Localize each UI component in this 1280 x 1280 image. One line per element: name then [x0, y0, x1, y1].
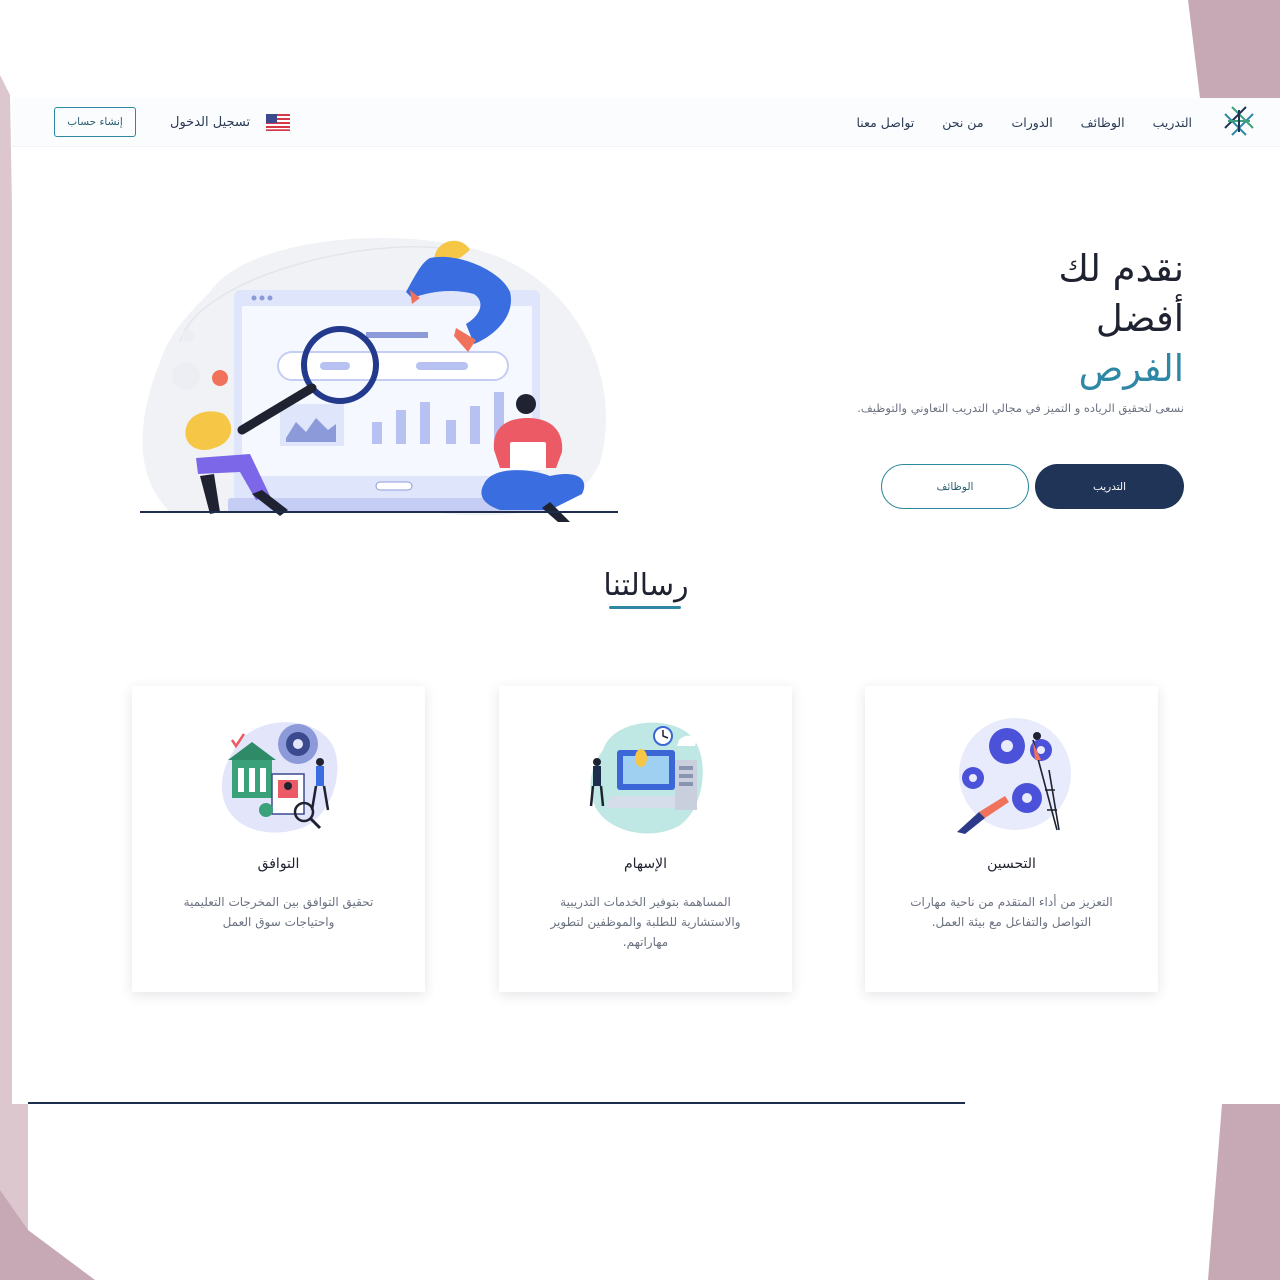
card-title: التحسين — [987, 856, 1036, 872]
jobs-button[interactable]: الوظائف — [881, 464, 1029, 509]
card-text: التعزيز من أداء المتقدم من ناحية مهارات … — [910, 895, 1113, 929]
nav-link-about[interactable]: من نحن — [928, 115, 997, 130]
hero-title-line2: أفضل — [1095, 297, 1184, 340]
mission-card-contribution: الإسهام المساهمة بتوفير الخدمات التدريبي… — [499, 686, 792, 992]
computer-team-icon — [589, 722, 703, 834]
website-page: التدريب الوظائف الدورات من نحن تواصل معن… — [12, 98, 1280, 1104]
training-button[interactable]: التدريب — [1035, 464, 1184, 509]
hero-illustration — [140, 238, 618, 522]
nav-link-jobs[interactable]: الوظائف — [1067, 115, 1139, 130]
nav-link-courses[interactable]: الدورات — [998, 115, 1067, 130]
us-flag-icon[interactable] — [266, 113, 291, 131]
mission-card-improvement: التحسين التعزيز من أداء المتقدم من ناحية… — [865, 686, 1158, 992]
hero-title: نقدم لك أفضل الفرص — [1058, 244, 1184, 394]
nav-link-training[interactable]: التدريب — [1139, 115, 1206, 130]
logo-icon[interactable] — [1222, 104, 1256, 138]
card-title: التوافق — [257, 856, 300, 872]
nav-links: التدريب الوظائف الدورات من نحن تواصل معن… — [842, 98, 1206, 146]
hero-title-line1: نقدم لك — [1058, 247, 1184, 290]
nav-account-area: إنشاء حساب تسجيل الدخول — [54, 98, 291, 146]
mission-card-alignment: التوافق تحقيق التوافق بين المخرجات التعل… — [132, 686, 425, 992]
career-match-icon — [221, 722, 338, 833]
nav-link-contact[interactable]: تواصل معنا — [842, 115, 928, 130]
card-text: المساهمة بتوفير الخدمات التدريبية والاست… — [550, 895, 741, 949]
mission-title: رسالتنا — [603, 568, 689, 603]
top-navbar: التدريب الوظائف الدورات من نحن تواصل معن… — [12, 98, 1280, 147]
card-title: الإسهام — [624, 856, 667, 872]
register-button[interactable]: إنشاء حساب — [54, 107, 136, 137]
page-bottom-divider — [28, 1102, 965, 1104]
hero-title-line3: الفرص — [1078, 347, 1184, 390]
card-text: تحقيق التوافق بين المخرجات التعليمية واح… — [183, 895, 374, 929]
gears-team-icon — [957, 718, 1071, 834]
login-link[interactable]: تسجيل الدخول — [170, 115, 250, 130]
hero-subtitle: نسعى لتحقيق الرياده و التميز في مجالي ال… — [857, 401, 1184, 415]
mission-title-underline — [609, 606, 681, 609]
